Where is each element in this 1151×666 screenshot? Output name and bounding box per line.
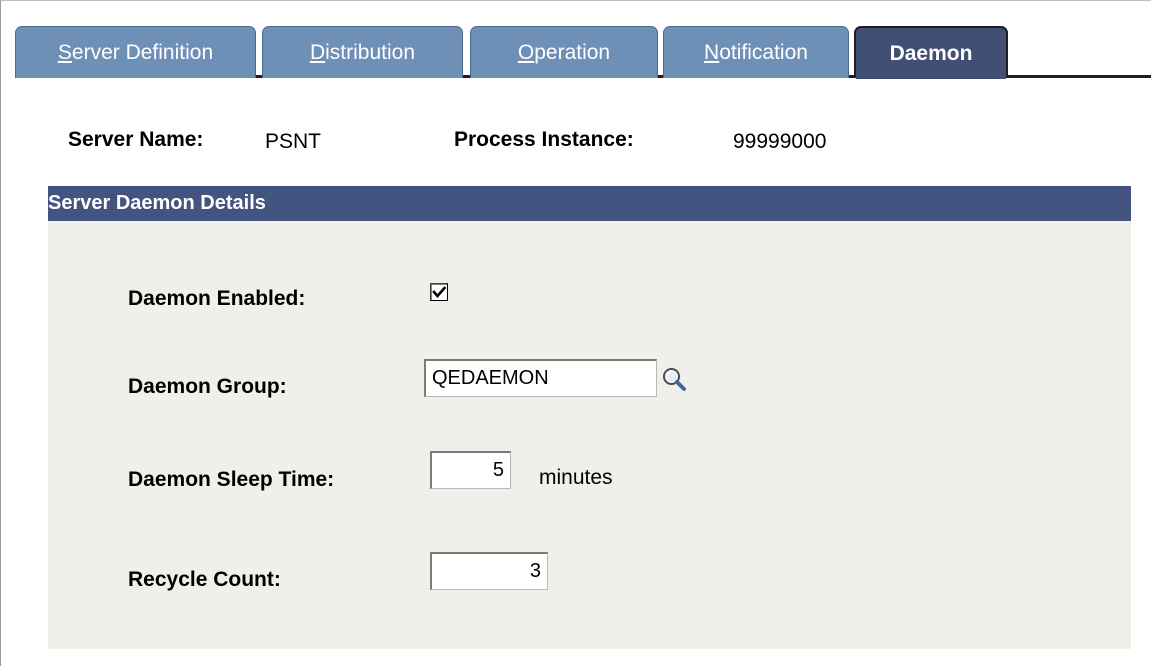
tab-label: Server Definition	[57, 41, 214, 64]
process-instance-label: Process Instance:	[454, 128, 634, 151]
group-header: Server Daemon Details	[48, 186, 1131, 221]
tab-label: Distribution	[309, 41, 416, 64]
tab-daemon[interactable]: Daemon	[854, 26, 1008, 79]
daemon-enabled-checkbox[interactable]	[430, 283, 448, 301]
tab-server-definition[interactable]: Server Definition	[15, 26, 256, 78]
recycle-count-label: Recycle Count:	[128, 568, 281, 591]
tab-label: Notification	[704, 41, 808, 64]
tab-strip: Server Definition Distribution Operation…	[15, 26, 1151, 79]
server-name-value: PSNT	[265, 130, 322, 153]
daemon-sleep-time-input[interactable]	[430, 451, 511, 489]
recycle-count-input[interactable]	[430, 552, 548, 590]
tab-operation[interactable]: Operation	[470, 26, 658, 78]
tab-notification[interactable]: Notification	[663, 26, 849, 78]
checkmark-icon	[432, 286, 447, 298]
lookup-button[interactable]	[660, 365, 690, 395]
daemon-enabled-label: Daemon Enabled:	[128, 287, 306, 310]
server-name-label: Server Name:	[68, 128, 204, 151]
process-instance-value: 99999000	[733, 130, 827, 153]
daemon-sleep-time-label: Daemon Sleep Time:	[128, 468, 335, 491]
magnifier-icon	[663, 368, 686, 391]
server-daemon-details-group: Server Daemon Details Daemon Enabled: Da…	[48, 186, 1131, 649]
daemon-group-input[interactable]	[424, 359, 657, 397]
daemon-group-label: Daemon Group:	[128, 375, 287, 398]
sleep-time-unit: minutes	[539, 466, 613, 489]
tab-label: Daemon	[889, 42, 973, 65]
tab-label: Operation	[517, 41, 611, 64]
tab-distribution[interactable]: Distribution	[262, 26, 463, 78]
